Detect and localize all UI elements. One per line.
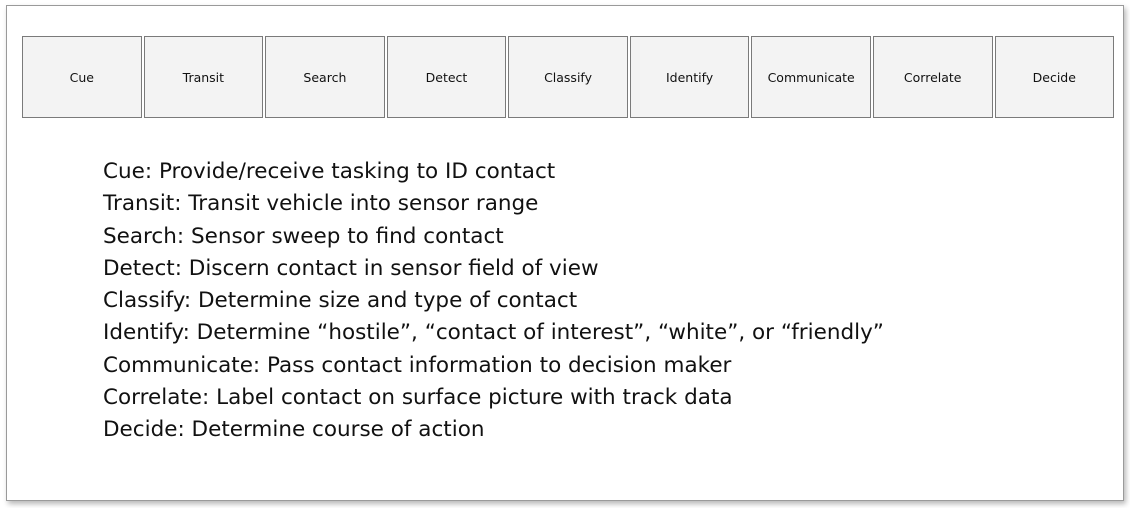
description-detect: Detect: Discern contact in sensor field … bbox=[103, 255, 599, 281]
step-box-communicate: Communicate bbox=[751, 36, 871, 118]
step-box-transit: Transit bbox=[143, 36, 264, 118]
step-box-identify: Identify bbox=[629, 36, 750, 118]
step-box-correlate: Correlate bbox=[872, 36, 993, 118]
process-steps-row: Cue Transit Search Detect Classify Ident… bbox=[22, 36, 1115, 118]
description-transit: Transit: Transit vehicle into sensor ran… bbox=[103, 191, 539, 217]
description-identify: Identify: Determine “hostile”, “contact … bbox=[103, 320, 884, 346]
step-box-classify: Classify bbox=[508, 36, 628, 118]
description-cue: Cue: Provide/receive tasking to ID conta… bbox=[103, 159, 556, 184]
step-box-cue: Cue bbox=[22, 36, 142, 118]
description-decide: Decide: Determine course of action bbox=[103, 417, 485, 443]
diagram-frame: Cue Transit Search Detect Classify Ident… bbox=[6, 5, 1124, 501]
description-correlate: Correlate: Label contact on surface pict… bbox=[103, 385, 733, 411]
description-search: Search: Sensor sweep to find contact bbox=[103, 223, 504, 249]
description-communicate: Communicate: Pass contact information to… bbox=[103, 352, 732, 378]
step-box-decide: Decide bbox=[994, 36, 1115, 118]
step-box-search: Search bbox=[265, 36, 385, 118]
step-descriptions-list: Cue: Provide/receive tasking to ID conta… bbox=[103, 156, 884, 447]
step-box-detect: Detect bbox=[386, 36, 507, 118]
description-classify: Classify: Determine size and type of con… bbox=[103, 288, 578, 314]
